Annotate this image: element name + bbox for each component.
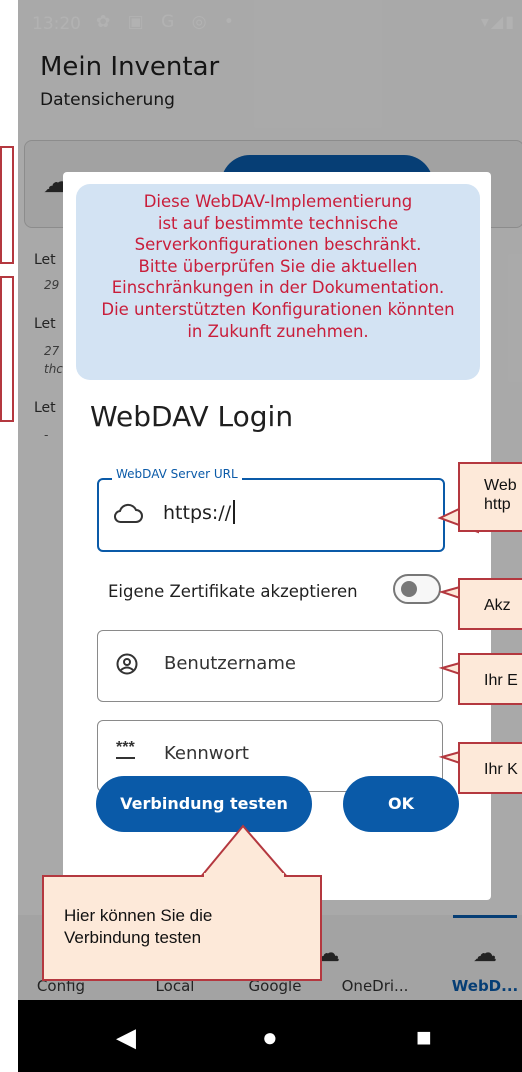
username-placeholder: Benutzername [164,653,296,674]
callout-test-line: Hier können Sie die [64,906,213,925]
username-field[interactable]: Benutzername [97,630,443,702]
ok-button[interactable]: OK [343,776,459,832]
callout-url-line: http [484,496,511,513]
info-banner-text: Diese WebDAV-Implementierung ist auf bes… [76,191,480,342]
callout-test-connection: Hier können Sie die Verbindung testen [42,875,322,981]
callout-pointer [197,824,291,879]
callout-url-line: Web [484,477,517,494]
info-banner-line: Die unterstützten Konfigurationen könnte… [101,299,455,319]
cloud-icon [114,503,143,523]
info-banner-line: Bitte überprüfen Sie die aktuellen [138,256,418,276]
info-banner-line: Einschränkungen in der Dokumentation. [111,278,445,298]
info-banner-line: ist auf bestimmte technische [157,213,399,233]
annotation-frame-middle [0,276,14,422]
webdav-url-value[interactable]: https:// [163,500,236,524]
info-banner-line: in Zukunft zunehmen. [187,321,369,341]
accept-certificates-toggle[interactable] [393,574,441,604]
callout-username: Ihr E [458,653,522,705]
accept-certificates-label: Eigene Zertifikate akzeptieren [108,582,358,601]
text-cursor [233,500,236,524]
callout-certificates: Akz [458,578,522,630]
callout-pointer-joint [204,873,284,877]
home-icon[interactable]: ● [262,1022,278,1053]
callout-url: Web http [458,462,522,532]
callout-password: Ihr K [458,742,522,794]
annotation-frame-top [0,146,14,264]
info-banner: Diese WebDAV-Implementierung ist auf bes… [76,184,480,380]
phone-screen: 13:20 ✿ ▣ G ◎ • ▾◢▮ Mein Inventar Datens… [18,0,522,1072]
password-icon: *** [116,740,135,759]
info-banner-line: Serverkonfigurationen beschränkt. [134,235,422,255]
dialog-title: WebDAV Login [90,400,294,433]
password-placeholder: Kennwort [164,743,249,764]
webdav-url-field[interactable]: https:// [97,478,445,552]
webdav-url-label: WebDAV Server URL [112,467,242,481]
system-navigation-bar: ◀ ● ■ [18,1000,522,1072]
callout-test-line: Verbindung testen [64,928,202,947]
info-banner-line: Diese WebDAV-Implementierung [143,192,413,211]
account-circle-icon [116,653,138,675]
recents-icon[interactable]: ■ [416,1022,432,1053]
back-icon[interactable]: ◀ [116,1022,136,1053]
toggle-knob [401,581,417,597]
